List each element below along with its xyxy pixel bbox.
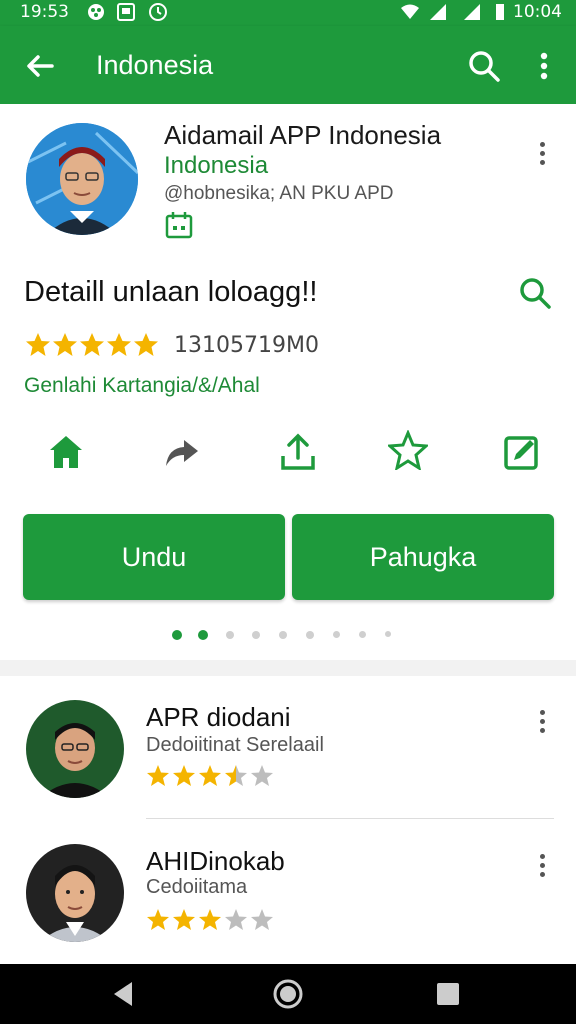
rating-count: 13105719M0 <box>174 333 319 358</box>
status-clock-right: 10:04 <box>513 2 562 22</box>
section-search-icon[interactable] <box>518 276 552 310</box>
list-item-title: AHIDinokab <box>146 846 285 876</box>
app-meta: @hobnesika; AN PKU APD <box>164 183 394 204</box>
rating-stars <box>147 765 273 786</box>
list-item[interactable]: APR diodani Dedoiitinat Serelaail <box>0 676 576 820</box>
signal-icon <box>430 4 446 20</box>
edit-icon[interactable] <box>502 432 542 472</box>
page-dot <box>226 631 234 639</box>
app-bar: Indonesia <box>0 26 576 104</box>
rating-stars <box>147 909 273 930</box>
calendar-icon <box>165 212 193 239</box>
app-notification-icon <box>88 4 104 20</box>
nav-recents-icon[interactable] <box>432 978 464 1010</box>
list-divider <box>146 818 554 819</box>
upload-icon[interactable] <box>278 432 318 472</box>
page-dot <box>306 631 314 639</box>
page-dot <box>252 631 260 639</box>
list-item-title: APR diodani <box>146 702 291 732</box>
share-icon[interactable] <box>162 432 202 472</box>
app-avatar <box>26 123 138 235</box>
battery-icon <box>496 4 504 20</box>
section-title: Detaill unlaan loloagg!! <box>24 276 318 308</box>
rating-stars <box>26 333 158 356</box>
avatar <box>26 700 124 798</box>
status-time: 19:53 <box>20 2 69 22</box>
app-title: Aidamail APP Indonesia <box>164 120 442 150</box>
list-item-subtitle: Cedoiitama <box>146 876 248 898</box>
secondary-button[interactable]: Pahugka <box>292 514 554 600</box>
status-bar: 19:53 10:04 <box>0 0 576 26</box>
list-item-more-icon[interactable] <box>536 854 548 882</box>
app-subtitle: Indonesia <box>164 152 269 179</box>
wifi-icon <box>401 4 419 19</box>
image-notification-icon <box>117 3 135 21</box>
star-icon[interactable] <box>388 430 428 470</box>
page-dot <box>279 631 287 639</box>
app-more-icon[interactable] <box>536 142 548 170</box>
page-dot <box>333 631 340 638</box>
home-icon[interactable] <box>46 432 86 472</box>
list-item[interactable]: AHIDinokab Cedoiitama <box>0 820 576 964</box>
category-link[interactable]: Genlahi Kartangia/&/Ahal <box>24 374 260 398</box>
page-indicator <box>170 630 400 643</box>
app-bar-title: Indonesia <box>96 50 214 80</box>
list-item-more-icon[interactable] <box>536 710 548 738</box>
avatar <box>26 844 124 942</box>
more-vert-icon[interactable] <box>530 48 558 84</box>
download-button[interactable]: Undu <box>23 514 285 600</box>
nav-back-icon[interactable] <box>108 978 140 1010</box>
signal-icon-2 <box>464 4 480 20</box>
search-icon[interactable] <box>466 48 502 84</box>
system-nav-bar <box>0 964 576 1024</box>
page-dot <box>359 631 366 638</box>
page-dot <box>172 630 182 640</box>
page-dot <box>385 631 391 637</box>
list-item-subtitle: Dedoiitinat Serelaail <box>146 734 324 756</box>
nav-home-icon[interactable] <box>272 978 304 1010</box>
page-dot <box>198 630 208 640</box>
clock-notification-icon <box>149 3 167 21</box>
back-icon[interactable] <box>22 48 58 84</box>
